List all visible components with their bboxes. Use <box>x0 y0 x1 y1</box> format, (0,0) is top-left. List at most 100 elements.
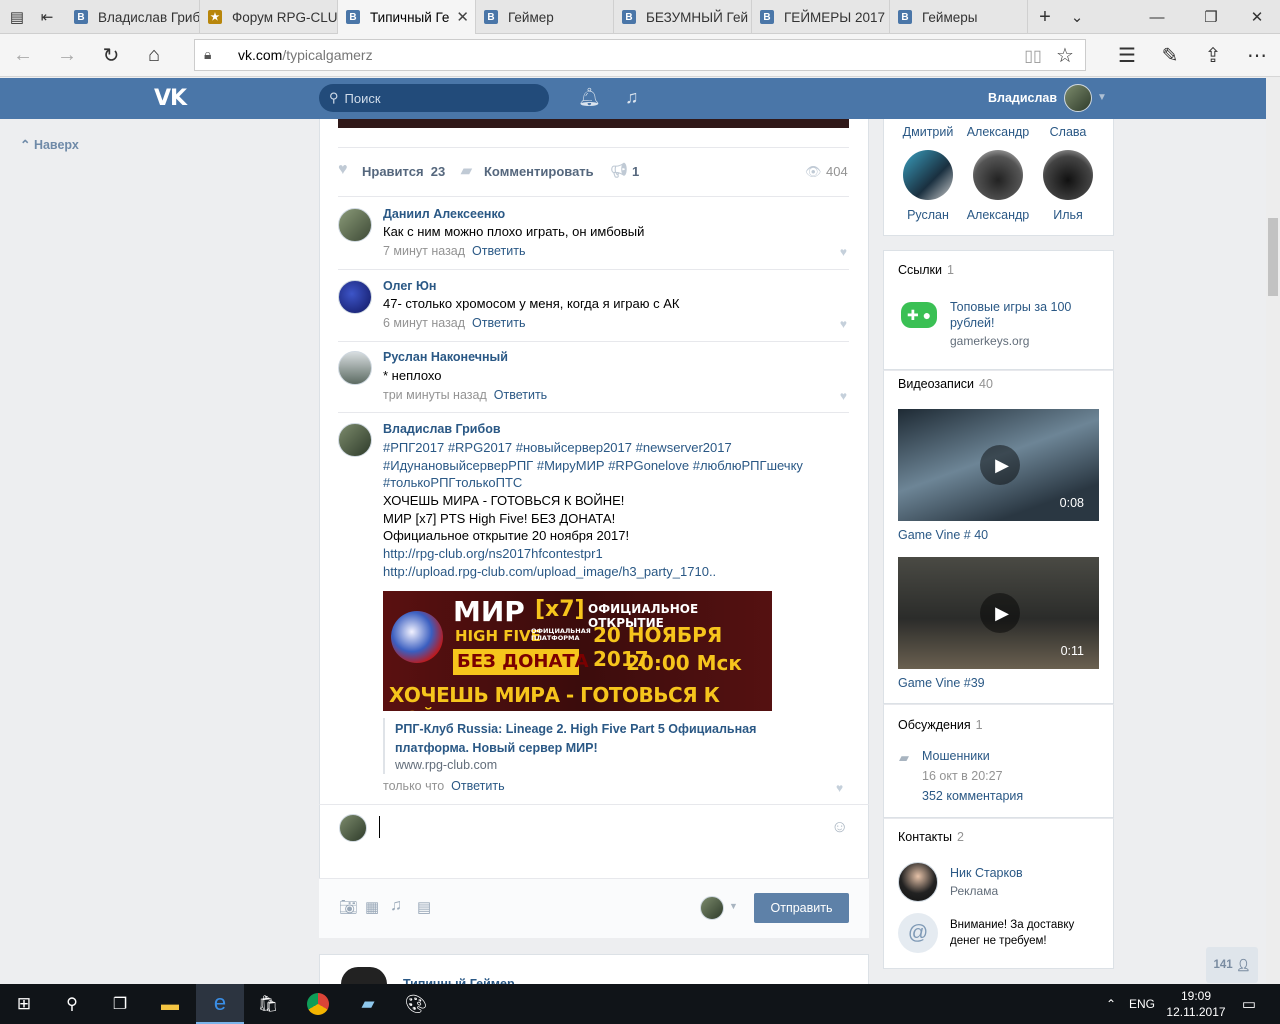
post-as-avatar[interactable] <box>700 896 724 920</box>
notifications-bell-icon[interactable]: 🔔︎ <box>578 87 601 108</box>
refresh-icon[interactable]: ↻ <box>98 34 124 77</box>
more-menu-icon[interactable]: ⋯ <box>1244 34 1270 77</box>
video-thumbnail[interactable]: ▶ 0:08 <box>898 409 1099 521</box>
chevron-down-icon[interactable]: ▼ <box>1097 92 1107 103</box>
hashtags[interactable]: #ИдунановыйсерверРПГ #МируМИР #RPGonelov… <box>383 457 803 475</box>
store-icon[interactable]: 🛍︎ <box>244 984 292 1024</box>
comment-url-link[interactable]: http://upload.rpg-club.com/upload_image/… <box>383 563 716 581</box>
discussion-comments-link[interactable]: 352 комментария <box>922 789 1023 803</box>
gamepad-icon[interactable]: ✚ ● <box>901 302 937 328</box>
link-title[interactable]: РПГ-Клуб Russia: Lineage 2. High Five Pa… <box>395 720 825 758</box>
tab-preview-chevron-icon[interactable]: ⌄ <box>1066 0 1088 34</box>
tab-manager-icon[interactable]: ▤ <box>6 0 28 34</box>
hashtags[interactable]: #РПГ2017 #RPG2017 #новыйсервер2017 #news… <box>383 439 732 457</box>
avatar[interactable] <box>338 351 372 385</box>
send-button[interactable]: Отправить <box>754 893 849 923</box>
promo-banner-image[interactable]: МИР [x7] HIGH FIVE ОФИЦИАЛЬНАЯ ПЛАТФОРМА… <box>383 591 772 711</box>
friend-name[interactable]: Александр <box>963 208 1033 222</box>
share-megaphone-icon[interactable]: 📢︎ <box>610 162 628 179</box>
camera-icon[interactable]: 📷︎ <box>339 898 358 916</box>
link-title[interactable]: Топовые игры за 100 рублей! <box>950 299 1100 331</box>
action-center-icon[interactable]: ▭ <box>1234 984 1264 1024</box>
video-title[interactable]: Game Vine #39 <box>898 676 985 690</box>
music-icon[interactable]: ♫ <box>625 87 639 108</box>
post-author[interactable]: Типичный Геймер <box>403 976 515 984</box>
comment-author[interactable]: Олег Юн <box>383 279 436 293</box>
avatar[interactable] <box>338 208 372 242</box>
comment-author[interactable]: Руслан Наконечный <box>383 350 508 364</box>
link-attachment[interactable]: РПГ-Клуб Russia: Lineage 2. High Five Pa… <box>383 718 849 774</box>
edge-browser-icon[interactable]: e <box>196 984 244 1024</box>
browser-tab[interactable]: ★ Форум RPG-CLU <box>200 0 338 34</box>
play-icon[interactable]: ▶ <box>980 593 1020 633</box>
online-friends-counter[interactable]: 141 👤︎ <box>1206 947 1258 983</box>
header-avatar[interactable] <box>1064 84 1092 112</box>
back-icon[interactable]: ← <box>10 34 36 77</box>
play-icon[interactable]: ▶ <box>980 445 1020 485</box>
paint-icon[interactable]: 🎨︎ <box>392 984 440 1024</box>
search-icon[interactable]: ⚲ <box>48 984 96 1024</box>
document-icon[interactable]: ▤ <box>417 898 431 916</box>
friend-name[interactable]: Слава <box>1033 125 1103 139</box>
browser-tab[interactable]: В Геймеры <box>890 0 1028 34</box>
like-heart-icon[interactable]: ♥ <box>840 317 847 331</box>
tray-chevron-up-icon[interactable]: ⌃ <box>1098 984 1124 1024</box>
close-window-icon[interactable]: ✕ <box>1246 0 1268 34</box>
discussion-topic[interactable]: Мошенники <box>922 749 990 763</box>
friend-avatar[interactable] <box>1043 150 1093 200</box>
vk-logo[interactable]: VK <box>154 86 187 111</box>
favorites-hub-icon[interactable]: ☰ <box>1114 34 1140 77</box>
video-thumbnail[interactable]: ▶ 0:11 <box>898 557 1099 669</box>
friend-avatar[interactable] <box>903 150 953 200</box>
windows-start-icon[interactable]: ⊞ <box>0 984 48 1024</box>
chrome-icon[interactable] <box>294 984 342 1024</box>
like-button[interactable]: Нравится 23 <box>362 164 445 179</box>
comment-author[interactable]: Даниил Алексеенко <box>383 207 505 221</box>
new-tab-icon[interactable]: + <box>1034 0 1056 34</box>
browser-tab[interactable]: В Владислав Грибо <box>66 0 200 34</box>
reply-link[interactable]: Ответить <box>451 779 504 793</box>
clock[interactable]: 19:09 12.11.2017 <box>1164 988 1228 1020</box>
search-input[interactable]: ⚲ Поиск <box>319 84 549 112</box>
friend-name[interactable]: Дмитрий <box>893 125 963 139</box>
music-icon[interactable]: ♫ <box>390 897 402 915</box>
comment-icon[interactable]: ▰ <box>461 162 472 179</box>
page-scrollbar[interactable] <box>1266 77 1280 984</box>
share-icon[interactable]: ⇪ <box>1200 34 1226 77</box>
reply-link[interactable]: Ответить <box>494 388 547 402</box>
video-title[interactable]: Game Vine # 40 <box>898 528 988 542</box>
friend-avatar[interactable] <box>973 150 1023 200</box>
web-note-icon[interactable]: ✎ <box>1157 34 1183 77</box>
browser-tab[interactable]: В БЕЗУМНЫЙ Гей <box>614 0 752 34</box>
like-heart-icon[interactable]: ♥ <box>840 389 847 403</box>
like-heart-icon[interactable]: ♥ <box>840 245 847 259</box>
like-heart-icon[interactable]: ♥ <box>836 781 843 795</box>
header-user-name[interactable]: Владислав <box>988 91 1057 105</box>
browser-tab[interactable]: В ГЕЙМЕРЫ 2017 <box>752 0 890 34</box>
reply-link[interactable]: Ответить <box>472 316 525 330</box>
avatar[interactable] <box>338 423 372 457</box>
input-language[interactable]: ENG <box>1126 984 1158 1024</box>
like-heart-icon[interactable]: ♥ <box>338 161 348 179</box>
url-text[interactable]: vk.com/typicalgamerz <box>238 47 373 63</box>
emoji-icon[interactable]: ☺ <box>831 817 848 837</box>
share-count[interactable]: 1 <box>632 164 639 179</box>
comment-button[interactable]: Комментировать <box>484 164 594 179</box>
contact-avatar[interactable] <box>898 862 938 902</box>
file-explorer-icon[interactable]: ▬ <box>146 984 194 1024</box>
comment-author[interactable]: Владислав Грибов <box>383 422 501 436</box>
hashtags[interactable]: #толькоРПГтолькоПТС <box>383 474 522 492</box>
reply-text-input[interactable] <box>379 816 819 838</box>
browser-tab-active[interactable]: В Типичный Ге ✕ <box>338 0 476 34</box>
avatar[interactable] <box>341 967 387 984</box>
task-view-icon[interactable]: ❐ <box>96 984 144 1024</box>
comment-url-link[interactable]: http://rpg-club.org/ns2017hfcontestpr1 <box>383 545 603 563</box>
back-to-top-link[interactable]: ⌃ Наверх <box>20 137 79 152</box>
browser-tab[interactable]: В Геймер <box>476 0 614 34</box>
set-aside-tabs-icon[interactable]: ⇤ <box>36 0 58 34</box>
chevron-down-icon[interactable]: ▼ <box>729 901 738 911</box>
friend-name[interactable]: Александр <box>963 125 1033 139</box>
video-icon[interactable]: ▦ <box>365 898 379 916</box>
close-tab-icon[interactable]: ✕ <box>456 8 469 26</box>
avatar[interactable] <box>338 280 372 314</box>
